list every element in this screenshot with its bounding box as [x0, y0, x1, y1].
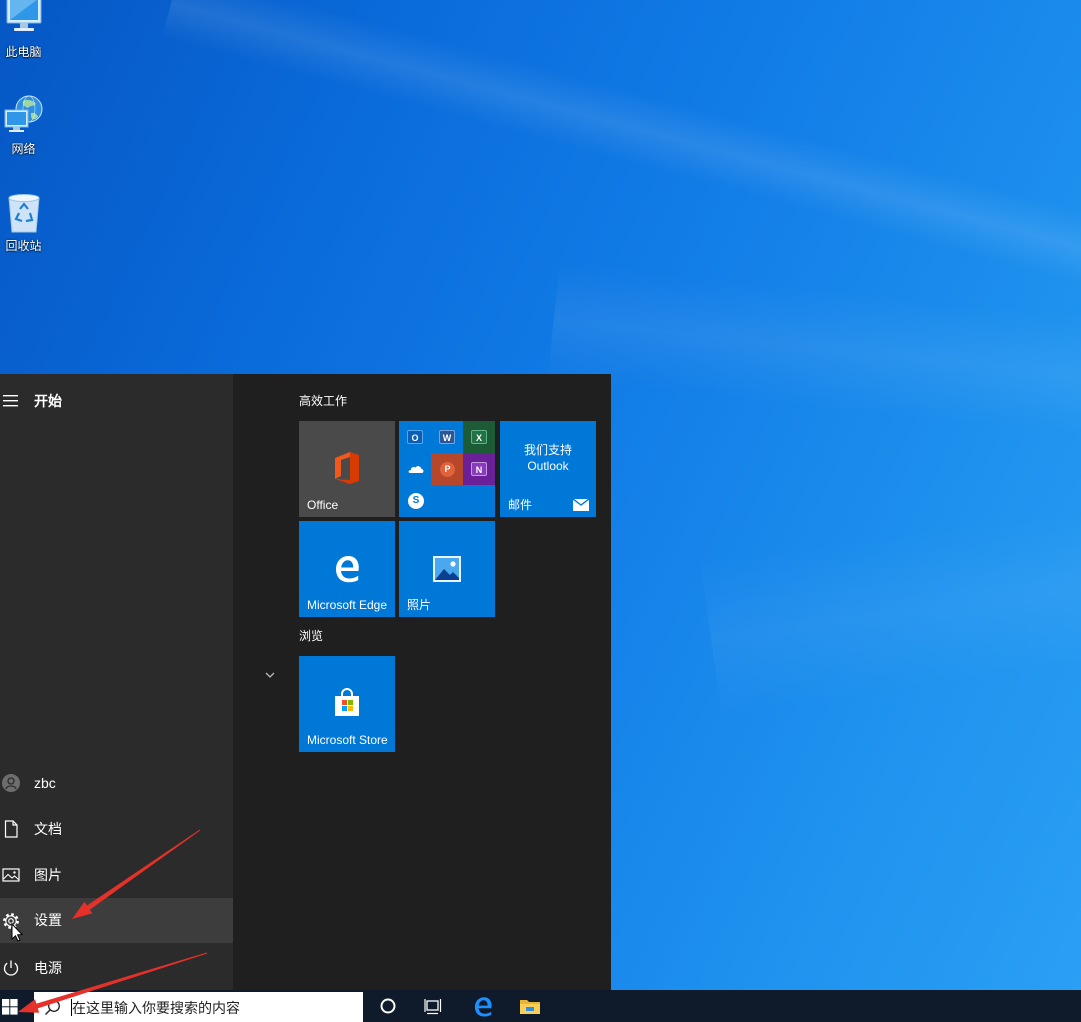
- document-icon: [4, 820, 18, 838]
- start-menu-tiles-pane: 高效工作 Office O W X P N S 我们支持 Outlook 邮件 …: [233, 374, 611, 990]
- desktop-icon-label: 回收站: [5, 239, 42, 253]
- tile-microsoft-edge[interactable]: Microsoft Edge: [299, 521, 395, 617]
- start-menu: 开始 zbc 文档 图片 设置 电源 高效工作 Office O W X P N…: [0, 374, 611, 990]
- tile-mail[interactable]: 我们支持 Outlook 邮件: [500, 421, 596, 517]
- desktop-icon-recycle-bin[interactable]: 回收站: [0, 190, 48, 253]
- mail-tile-text: 我们支持: [523, 443, 572, 457]
- chevron-down-icon[interactable]: [264, 670, 276, 680]
- tile-label: Microsoft Store: [307, 733, 388, 747]
- search-icon: [45, 1000, 60, 1015]
- start-item-label: 设置: [34, 912, 62, 928]
- mini-tile-word[interactable]: W: [431, 421, 463, 453]
- tile-photos[interactable]: 照片: [399, 521, 495, 617]
- user-account-item[interactable]: zbc: [0, 760, 233, 806]
- onenote-icon: N: [471, 462, 487, 476]
- start-menu-left-pane: 开始 zbc 文档 图片 设置 电源: [0, 374, 233, 990]
- excel-icon: X: [471, 430, 487, 444]
- user-name: zbc: [34, 775, 56, 791]
- start-item-label: 文档: [34, 821, 62, 837]
- edge-icon: [474, 997, 492, 1017]
- word-icon: W: [439, 430, 455, 444]
- edge-icon: [336, 556, 359, 583]
- cortana-icon: [380, 998, 396, 1014]
- desktop-icon-label: 网络: [11, 142, 36, 156]
- mail-tile-text: Outlook: [527, 459, 569, 473]
- tile-label: 照片: [407, 598, 432, 612]
- photos-icon: [433, 556, 461, 582]
- network-icon: [4, 95, 43, 132]
- mini-tile-excel[interactable]: X: [463, 421, 495, 453]
- tile-label: Office: [307, 498, 339, 512]
- office-logo-icon: [335, 452, 359, 484]
- windows-logo-icon: [2, 999, 18, 1015]
- start-item-documents[interactable]: 文档: [0, 806, 233, 852]
- start-button[interactable]: [0, 990, 34, 1022]
- skype-icon: S: [408, 493, 424, 509]
- hamburger-icon[interactable]: [3, 395, 19, 407]
- power-icon: [3, 960, 19, 976]
- start-item-label: 电源: [34, 960, 62, 976]
- recycle-bin-icon: [8, 194, 40, 233]
- tile-label: Microsoft Edge: [307, 598, 388, 612]
- search-placeholder: 在这里输入你要搜索的内容: [72, 1000, 240, 1016]
- mini-tile-powerpoint[interactable]: P: [431, 453, 463, 485]
- this-pc-icon: [6, 0, 42, 31]
- mini-tile-outlook[interactable]: O: [399, 421, 431, 453]
- outlook-icon: O: [407, 430, 423, 444]
- tile-label: 邮件: [508, 498, 533, 512]
- powerpoint-icon: P: [440, 462, 455, 477]
- file-explorer-icon: [520, 1000, 540, 1014]
- onedrive-icon: [408, 466, 424, 473]
- envelope-icon: [573, 499, 589, 511]
- taskbar-search-box[interactable]: 在这里输入你要搜索的内容: [34, 992, 363, 1022]
- tile-group-label[interactable]: 高效工作: [299, 394, 347, 408]
- light-beam: [700, 476, 1081, 719]
- start-menu-title: 开始: [34, 393, 62, 409]
- start-item-settings[interactable]: 设置: [0, 898, 233, 943]
- desktop-icon-this-pc[interactable]: 此电脑: [0, 0, 48, 62]
- cortana-button[interactable]: [368, 990, 408, 1022]
- start-item-power[interactable]: 电源: [0, 945, 233, 990]
- light-beam: [547, 260, 1081, 453]
- store-bag-icon: [335, 688, 359, 716]
- tile-office[interactable]: Office: [299, 421, 395, 517]
- desktop-icon-label: 此电脑: [5, 45, 42, 59]
- tile-microsoft-store[interactable]: Microsoft Store: [299, 656, 395, 752]
- mini-tile-onedrive[interactable]: [399, 453, 431, 485]
- tile-office-apps[interactable]: O W X P N S: [399, 421, 495, 517]
- light-beam: [161, 0, 1081, 323]
- mini-tile-onenote[interactable]: N: [463, 453, 495, 485]
- desktop-icon-network[interactable]: 网络: [0, 95, 48, 157]
- start-item-pictures[interactable]: 图片: [0, 852, 233, 898]
- task-view-icon: [424, 999, 442, 1015]
- start-item-label: 图片: [34, 867, 62, 883]
- gear-icon: [3, 913, 19, 929]
- taskbar-edge-button[interactable]: [463, 990, 503, 1022]
- pictures-icon: [2, 868, 20, 882]
- task-view-button[interactable]: [413, 990, 453, 1022]
- mini-tile-skype[interactable]: S: [399, 485, 431, 517]
- taskbar: 在这里输入你要搜索的内容: [0, 990, 1081, 1022]
- avatar-icon: [2, 774, 20, 792]
- file-explorer-button[interactable]: [510, 990, 550, 1022]
- tile-group-label[interactable]: 浏览: [299, 629, 323, 643]
